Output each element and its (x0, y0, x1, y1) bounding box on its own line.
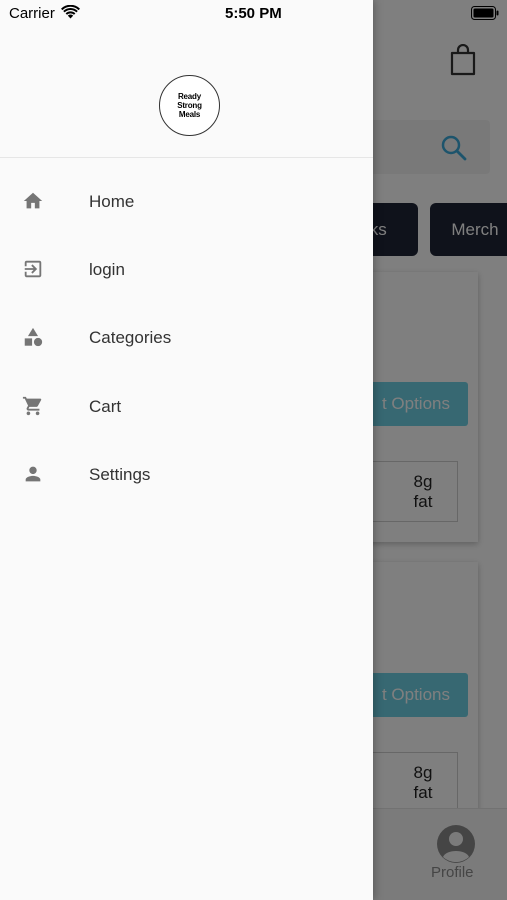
home-icon (23, 192, 43, 209)
drawer-item-categories[interactable]: Categories (0, 308, 373, 368)
drawer-item-label: login (89, 260, 125, 279)
navigation-drawer: Ready Strong Meals Home login Categories… (0, 0, 373, 900)
login-icon (24, 260, 42, 278)
drawer-item-label: Cart (89, 397, 122, 416)
battery-icon (471, 6, 499, 20)
wifi-icon (61, 5, 80, 19)
drawer-item-label: Settings (89, 465, 151, 484)
status-time: 5:50 PM (225, 5, 282, 22)
logo-text-line: Meals (178, 110, 201, 119)
drawer-item-login[interactable]: login (0, 240, 373, 300)
person-icon (25, 466, 41, 482)
logo-text-line: Ready (177, 92, 201, 101)
drawer-item-settings[interactable]: Settings (0, 445, 373, 505)
drawer-item-cart[interactable]: Cart (0, 377, 373, 437)
drawer-header: Ready Strong Meals (0, 28, 373, 158)
logo-text-line: Strong (177, 101, 202, 110)
drawer-item-label: Home (89, 192, 135, 211)
drawer-item-home[interactable]: Home (0, 172, 373, 232)
cart-icon (22, 396, 42, 416)
drawer-item-label: Categories (89, 328, 172, 347)
carrier-label: Carrier (9, 5, 55, 22)
status-bar: Carrier 5:50 PM (0, 0, 507, 28)
brand-logo: Ready Strong Meals (159, 75, 220, 136)
categories-icon (24, 327, 43, 347)
